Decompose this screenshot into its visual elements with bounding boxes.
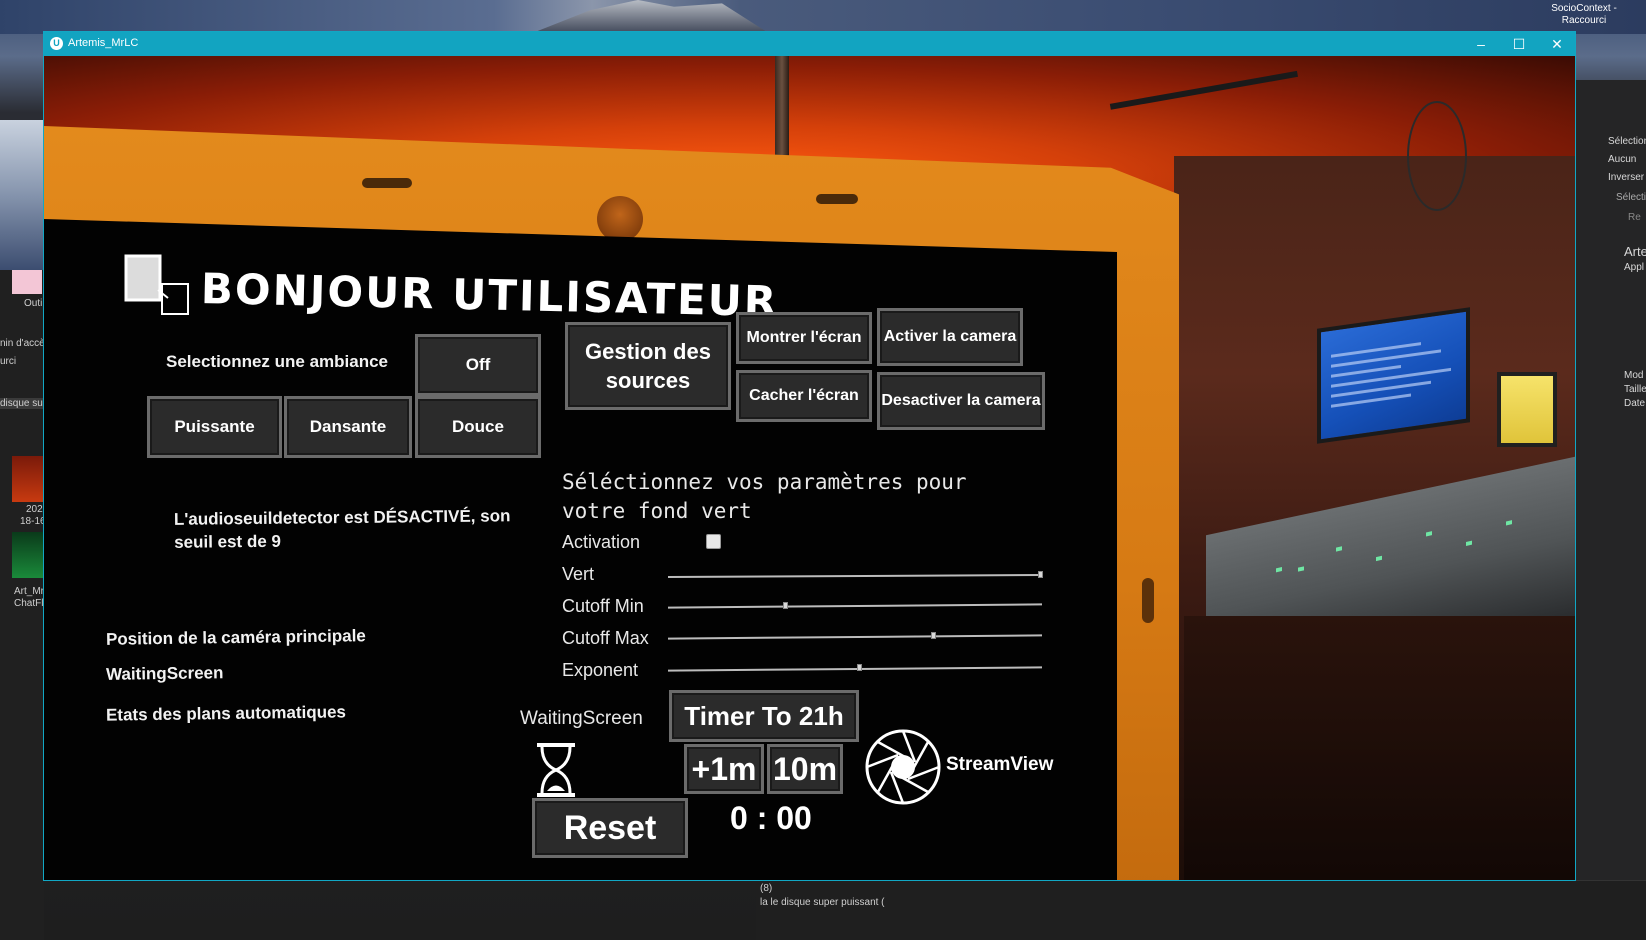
montrer-ecran-button[interactable]: Montrer l'écran <box>736 312 872 364</box>
ribbon-invert-selection[interactable]: Inverser l <box>1608 172 1646 183</box>
video-thumbnail[interactable] <box>12 456 44 502</box>
left-label: Outi <box>24 298 43 309</box>
hourglass-icon <box>537 743 575 797</box>
explorer-bottom-area: (8) la le disque super puissant ( <box>756 880 1646 940</box>
left-label: 18-16 <box>20 516 46 527</box>
monitor-yellow-screen <box>1497 372 1557 447</box>
desktop-shortcut-label[interactable]: SocioContext - Raccourci <box>1524 3 1644 27</box>
timer-to-21h-button[interactable]: Timer To 21h <box>669 690 859 742</box>
left-label: Art_Mr <box>14 586 44 597</box>
wallpaper-snow <box>0 120 44 270</box>
details-field: Mod <box>1624 370 1644 381</box>
streamview-label: StreamView <box>946 754 1054 775</box>
reset-button[interactable]: Reset <box>532 798 688 858</box>
bottom-text: (8) <box>760 883 773 894</box>
video-thumbnail[interactable] <box>12 532 44 578</box>
ambiance-puissante-button[interactable]: Puissante <box>147 396 282 458</box>
app-window: U Artemis_MrLC – ☐ ✕ BONJOUR UTILISATEUR… <box>43 31 1576 881</box>
status-camera-position: Position de la caméra principale <box>105 626 366 649</box>
ambiance-off-button[interactable]: Off <box>415 334 541 396</box>
details-field: Taille <box>1624 384 1646 395</box>
gestion-sources-button[interactable]: Gestion des sources <box>565 322 731 410</box>
ambiance-douce-button[interactable]: Douce <box>415 396 541 458</box>
details-subtitle: Appl <box>1624 262 1645 273</box>
documents-icon <box>124 254 189 315</box>
explorer-right-panel: Sélection Aucun Inverser l Sélectio Re A… <box>1574 80 1646 940</box>
slider-label-cutoff-min: Cutoff Min <box>562 596 644 616</box>
minimize-button[interactable]: – <box>1462 32 1500 56</box>
slider-label-vert: Vert <box>562 564 595 584</box>
details-title: Arte <box>1624 244 1646 259</box>
monitor-blue-screen <box>1317 307 1470 444</box>
bottom-text: la le disque super puissant ( <box>760 897 885 908</box>
status-auto-plans: Etats des plans automatiques <box>105 702 347 725</box>
maximize-button[interactable]: ☐ <box>1500 32 1538 56</box>
studio-floor <box>1184 616 1575 880</box>
wallpaper-mountain <box>0 0 1646 34</box>
ribbon-select-all[interactable]: Sélection <box>1608 136 1646 147</box>
tablet-speaker-slot <box>362 178 412 188</box>
left-label: 202 <box>26 504 43 515</box>
tablet-camera <box>597 196 643 242</box>
waiting-screen-label: WaitingScreen <box>520 708 643 729</box>
activation-label: Activation <box>562 532 641 552</box>
tablet-side-button <box>1142 578 1154 623</box>
ribbon-group-label: Sélectio <box>1616 192 1646 203</box>
activation-checkbox[interactable] <box>706 534 721 549</box>
cacher-ecran-button[interactable]: Cacher l'écran <box>736 370 872 422</box>
aperture-icon[interactable] <box>864 728 942 806</box>
countdown-time: 0 : 00 <box>730 800 812 836</box>
ambiance-label: Selectionnez une ambiance <box>166 352 389 371</box>
desactiver-camera-button[interactable]: Desactiver la camera <box>877 372 1045 430</box>
window-title: Artemis_MrLC <box>68 37 139 49</box>
exponent-slider-thumb[interactable] <box>856 664 862 671</box>
audio-status-text: L'audioseuildetector est DÉSACTIVÉ, son … <box>173 506 511 552</box>
slider-label-exponent: Exponent <box>562 660 639 680</box>
ribbon-select-none[interactable]: Aucun <box>1608 154 1636 165</box>
green-screen-title: Séléctionnez vos paramètres pour votre f… <box>562 470 967 523</box>
tablet-speaker-slot <box>816 194 858 204</box>
cutoff-min-slider-thumb[interactable] <box>782 602 788 609</box>
left-label[interactable]: disque su <box>0 398 44 409</box>
left-label: ChatFl <box>14 598 44 609</box>
slider-label-cutoff-max: Cutoff Max <box>562 628 649 648</box>
scene-ring <box>1407 101 1467 211</box>
activer-camera-button[interactable]: Activer la camera <box>877 308 1023 366</box>
explorer-left-panel: Outi nin d'accès urci disque su 202 18-1… <box>0 270 50 940</box>
left-label[interactable]: urci <box>0 356 16 367</box>
vert-slider-thumb[interactable] <box>1038 571 1043 578</box>
ambiance-dansante-button[interactable]: Dansante <box>284 396 412 458</box>
folder-thumbnail[interactable] <box>12 270 42 294</box>
status-waiting-screen: WaitingScreen <box>105 663 224 684</box>
search-box[interactable]: Re <box>1628 212 1641 223</box>
scene-pole <box>775 56 789 166</box>
details-field: Date <box>1624 398 1646 409</box>
cutoff-max-slider-thumb[interactable] <box>930 632 936 639</box>
window-titlebar[interactable]: U Artemis_MrLC – ☐ ✕ <box>44 32 1575 56</box>
close-button[interactable]: ✕ <box>1538 32 1576 56</box>
ten-minutes-button[interactable]: 10m <box>767 744 843 794</box>
plus-one-minute-button[interactable]: +1m <box>684 744 764 794</box>
unreal-logo-icon: U <box>50 37 63 50</box>
